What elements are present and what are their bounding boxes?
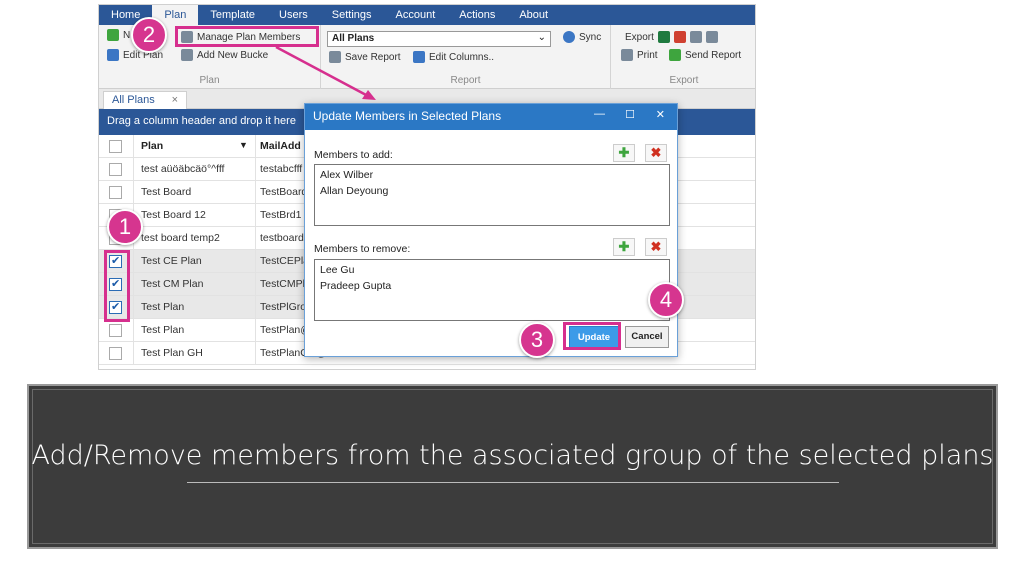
caption-box: Add/Remove members from the associated g… [27, 384, 998, 549]
step-4-badge: 4 [648, 282, 684, 318]
caption-text: Add/Remove members from the associated g… [31, 440, 994, 471]
step-3-badge: 3 [519, 322, 555, 358]
caption-underline [187, 482, 839, 483]
step-1-badge: 1 [107, 209, 143, 245]
step-2-badge: 2 [131, 17, 167, 53]
